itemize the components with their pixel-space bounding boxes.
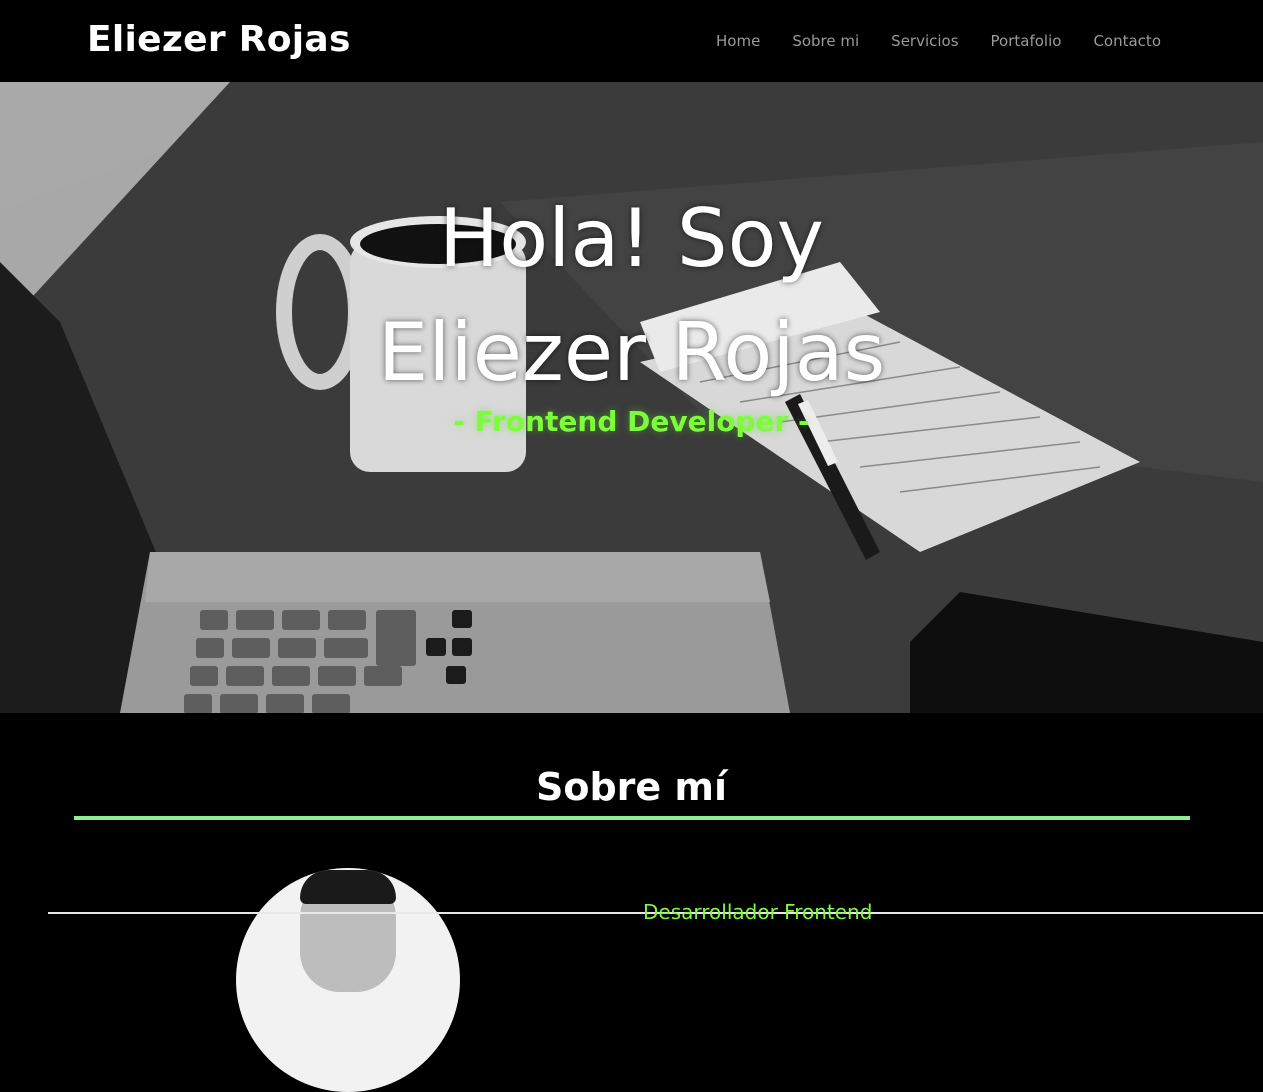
- brand-logo[interactable]: Eliezer Rojas: [87, 14, 351, 66]
- nav-menu: Home Sobre mi Servicios Portafolio Conta…: [716, 28, 1161, 54]
- profile-photo-hair: [300, 870, 396, 904]
- nav-link-contacto[interactable]: Contacto: [1093, 28, 1161, 54]
- hero-heading-line-2: Eliezer Rojas: [377, 306, 886, 399]
- nav-link-home[interactable]: Home: [716, 28, 760, 54]
- navbar: Eliezer Rojas Home Sobre mi Servicios Po…: [0, 0, 1263, 82]
- hero-section: Hola! Soy Eliezer Rojas - Frontend Devel…: [0, 82, 1263, 713]
- nav-link-servicios[interactable]: Servicios: [891, 28, 958, 54]
- hero-heading: Hola! Soy Eliezer Rojas: [0, 182, 1263, 410]
- hero-heading-line-1: Hola! Soy: [439, 192, 824, 285]
- about-heading-rule: [74, 816, 1190, 820]
- nav-link-portafolio[interactable]: Portafolio: [991, 28, 1062, 54]
- hero-subtitle: - Frontend Developer -: [453, 405, 810, 438]
- profile-photo: [236, 868, 460, 1092]
- nav-link-sobre-mi[interactable]: Sobre mi: [792, 28, 859, 54]
- about-heading: Sobre mí: [535, 765, 728, 809]
- about-role: Desarrollador Frontend: [643, 900, 873, 924]
